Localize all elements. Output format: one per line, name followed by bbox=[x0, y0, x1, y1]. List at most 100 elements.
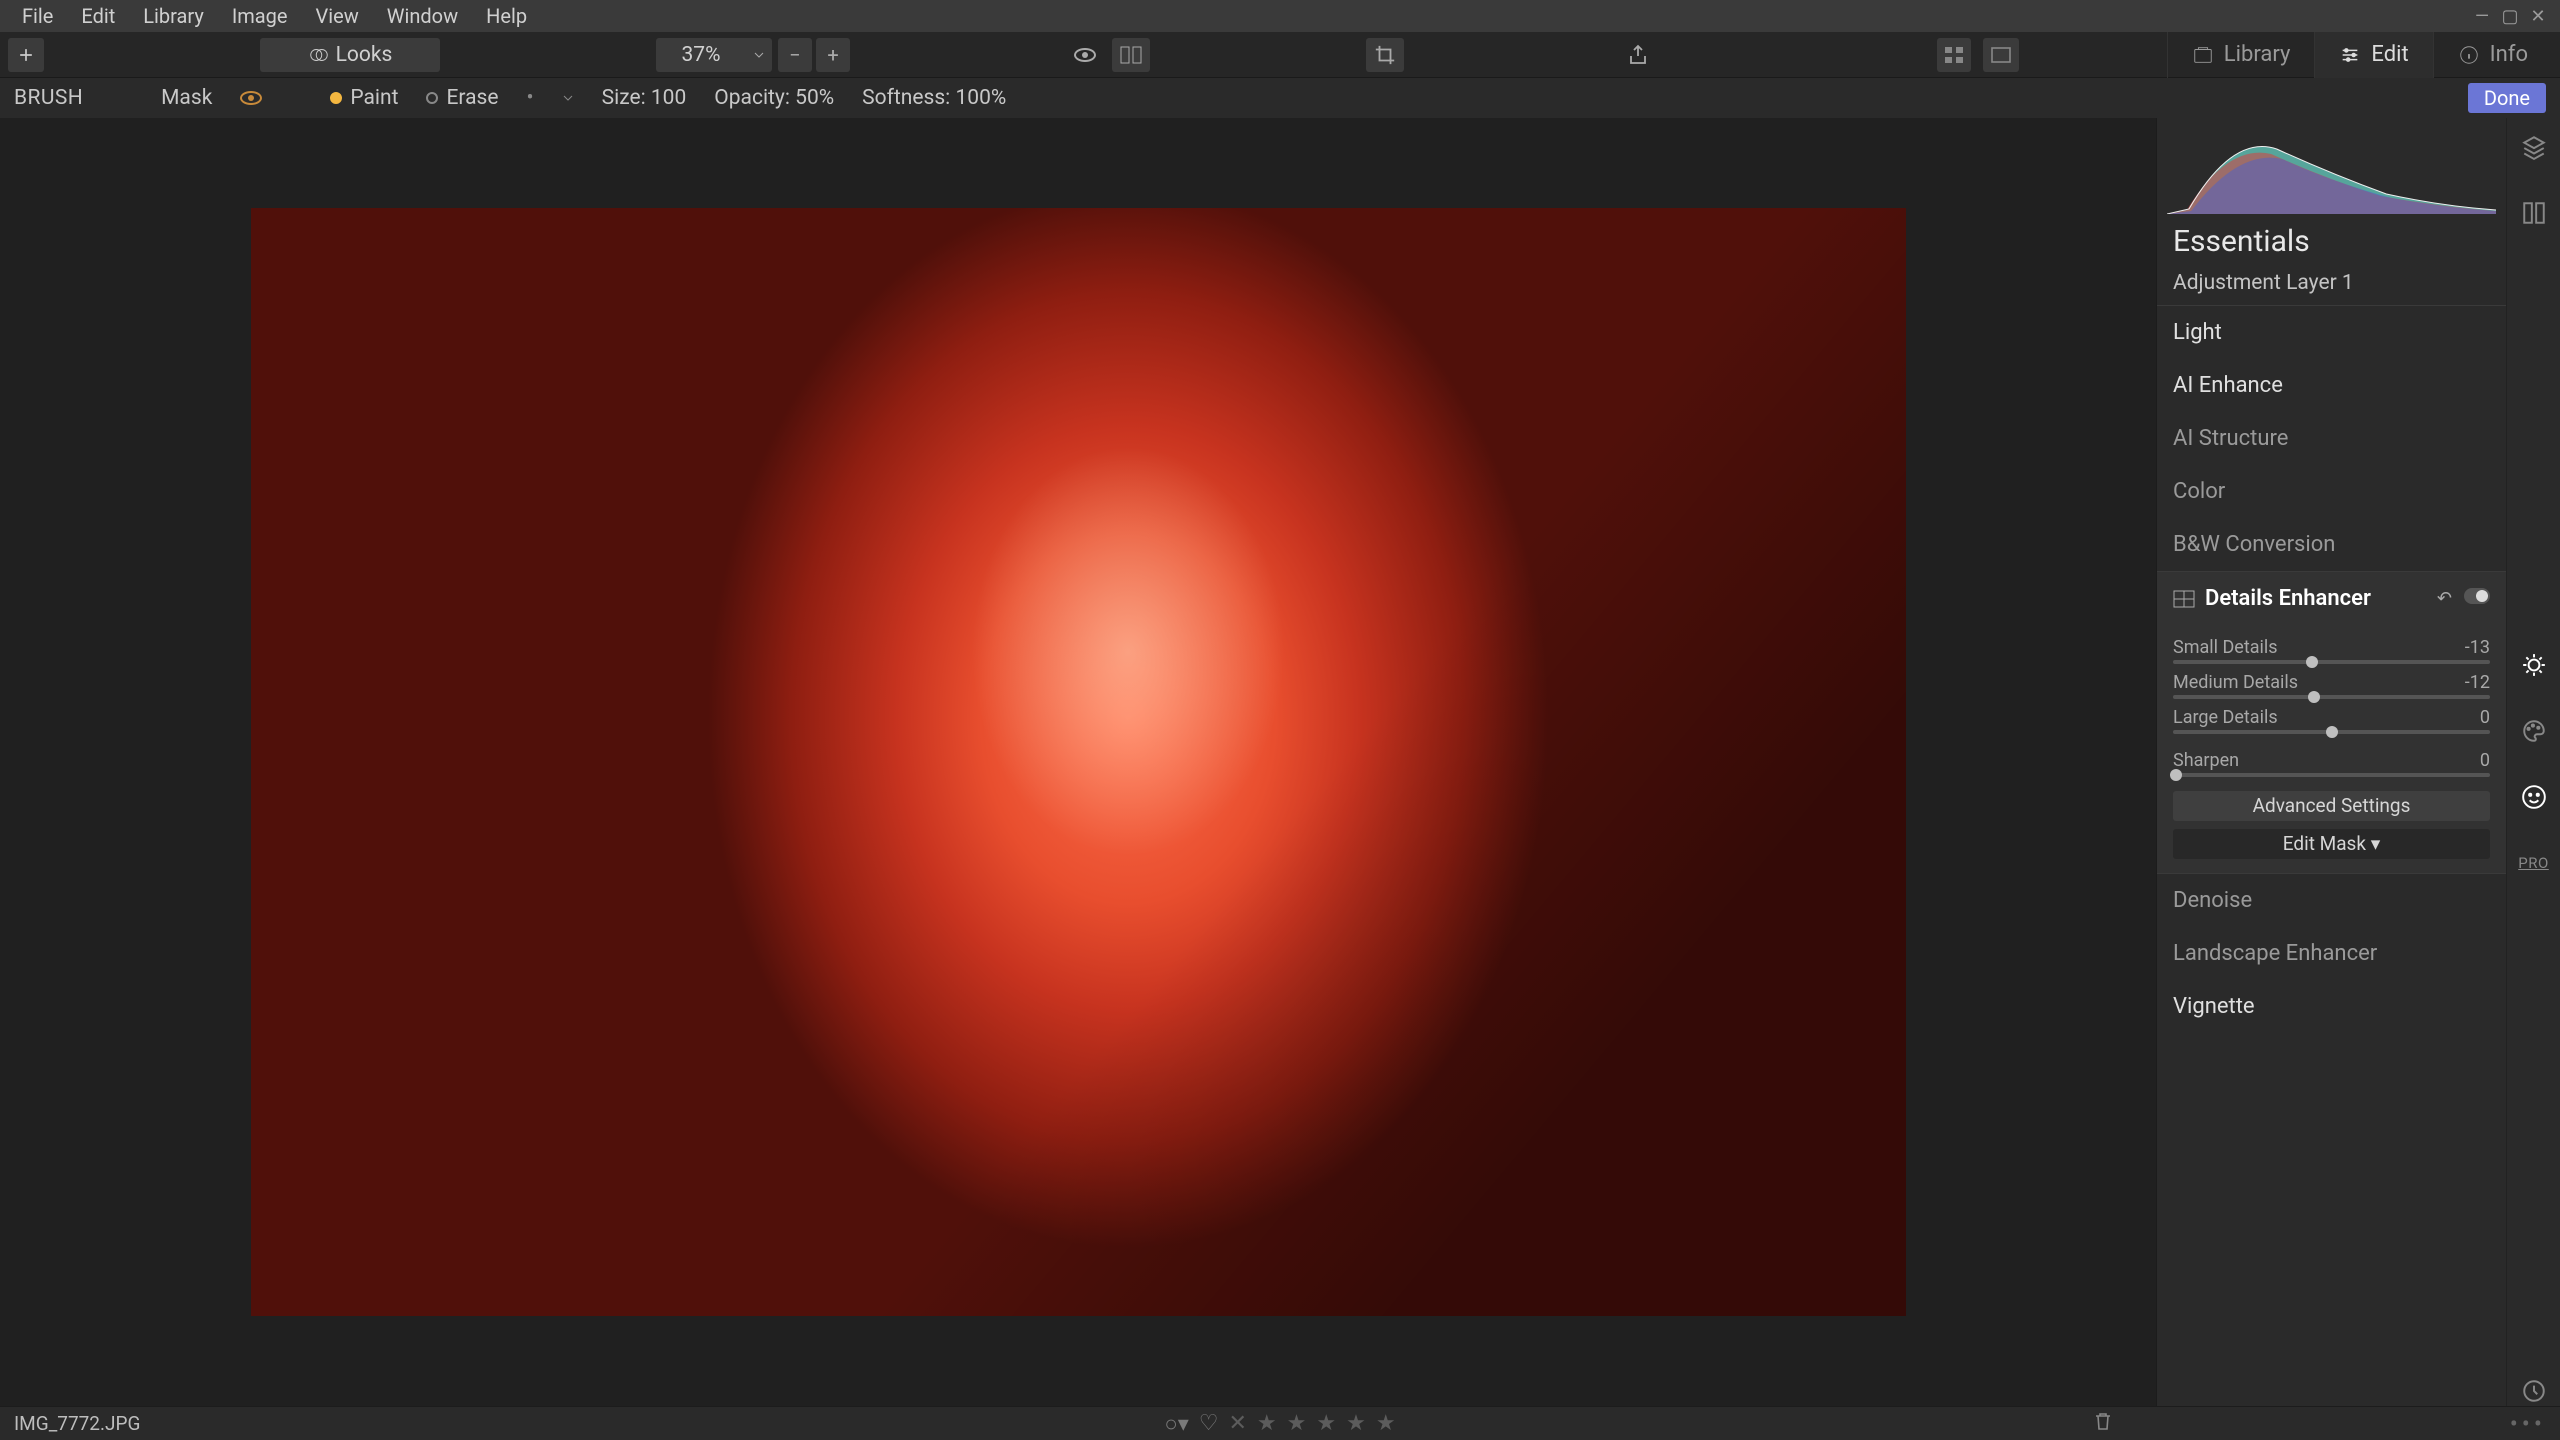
erase-toggle[interactable]: Erase bbox=[426, 86, 498, 110]
essentials-icon[interactable] bbox=[2519, 650, 2549, 680]
brush-softness-label[interactable]: Softness: 100% bbox=[862, 86, 1006, 110]
section-toggle[interactable] bbox=[2464, 588, 2490, 604]
sharpen-label: Sharpen bbox=[2173, 750, 2239, 771]
menu-bar: File Edit Library Image View Window Help… bbox=[0, 0, 2560, 32]
canvas-area[interactable] bbox=[0, 118, 2156, 1406]
slider-handle[interactable] bbox=[2326, 726, 2338, 738]
tab-library-label: Library bbox=[2224, 42, 2291, 67]
gallery-single-button[interactable] bbox=[1937, 38, 1971, 72]
reset-icon[interactable]: ↶ bbox=[2437, 588, 2452, 609]
layer-name[interactable]: Adjustment Layer 1 bbox=[2157, 267, 2506, 306]
paint-toggle[interactable]: Paint bbox=[330, 86, 398, 110]
brush-opacity-label[interactable]: Opacity: 50% bbox=[714, 86, 834, 110]
preview-toggle[interactable] bbox=[1066, 38, 1104, 72]
tab-info-label: Info bbox=[2490, 42, 2528, 67]
zoom-out-button[interactable]: − bbox=[778, 38, 812, 72]
details-icon bbox=[2173, 590, 2195, 608]
filename-label: IMG_7772.JPG bbox=[14, 1412, 140, 1435]
mask-visibility-icon[interactable] bbox=[240, 91, 262, 105]
section-color[interactable]: Color bbox=[2157, 465, 2506, 518]
canvas-tools-icon[interactable] bbox=[2519, 198, 2549, 228]
medium-details-slider[interactable] bbox=[2173, 695, 2490, 699]
brush-size-dot[interactable]: • bbox=[527, 86, 534, 110]
medium-details-value: -12 bbox=[2465, 672, 2490, 693]
edit-panel: Essentials Adjustment Layer 1 Light AI E… bbox=[2156, 118, 2506, 1406]
zoom-value[interactable]: 37% bbox=[656, 38, 746, 72]
menu-library[interactable]: Library bbox=[129, 0, 218, 32]
brush-mode-label: BRUSH bbox=[14, 86, 83, 110]
section-light[interactable]: Light bbox=[2157, 306, 2506, 359]
status-bar: IMG_7772.JPG ○▾ ♡ ✕ ★ ★ ★ ★ ★ ••• bbox=[0, 1406, 2560, 1440]
star-3[interactable]: ★ bbox=[1316, 1411, 1336, 1436]
pro-icon[interactable]: PRO bbox=[2519, 848, 2549, 878]
edit-mask-button[interactable]: Edit Mask ▾ bbox=[2173, 829, 2490, 859]
plus-icon bbox=[16, 45, 36, 65]
export-button[interactable] bbox=[1620, 38, 1656, 72]
tab-library[interactable]: Library bbox=[2167, 32, 2315, 78]
slider-handle[interactable] bbox=[2308, 691, 2320, 703]
section-vignette[interactable]: Vignette bbox=[2157, 980, 2506, 1033]
favorite-button[interactable]: ♡ bbox=[1199, 1411, 1219, 1436]
main-area: Essentials Adjustment Layer 1 Light AI E… bbox=[0, 118, 2560, 1406]
star-1[interactable]: ★ bbox=[1257, 1411, 1277, 1436]
mask-label[interactable]: Mask bbox=[161, 86, 212, 110]
window-maximize-icon[interactable]: ▢ bbox=[2496, 6, 2524, 27]
canvas-image[interactable] bbox=[251, 208, 1906, 1316]
advanced-settings-button[interactable]: Advanced Settings bbox=[2173, 791, 2490, 821]
looks-button[interactable]: Looks bbox=[260, 38, 440, 72]
window-minimize-icon[interactable]: — bbox=[2468, 6, 2496, 27]
sharpen-value: 0 bbox=[2480, 750, 2490, 771]
section-denoise[interactable]: Denoise bbox=[2157, 874, 2506, 927]
portrait-icon[interactable] bbox=[2519, 782, 2549, 812]
right-tool-strip: PRO bbox=[2506, 118, 2560, 1406]
window-close-icon[interactable]: ✕ bbox=[2524, 6, 2552, 27]
reject-button[interactable]: ✕ bbox=[1228, 1411, 1246, 1436]
section-bw[interactable]: B&W Conversion bbox=[2157, 518, 2506, 571]
section-landscape[interactable]: Landscape Enhancer bbox=[2157, 927, 2506, 980]
crop-button[interactable] bbox=[1366, 38, 1404, 72]
menu-image[interactable]: Image bbox=[218, 0, 302, 32]
menu-view[interactable]: View bbox=[302, 0, 373, 32]
menu-window[interactable]: Window bbox=[373, 0, 472, 32]
compare-button[interactable] bbox=[1112, 38, 1150, 72]
gallery-view-button[interactable] bbox=[1983, 38, 2019, 72]
tab-edit[interactable]: Edit bbox=[2314, 32, 2432, 78]
done-button[interactable]: Done bbox=[2468, 83, 2546, 113]
more-button[interactable]: ••• bbox=[2510, 1410, 2546, 1438]
color-tag-button[interactable]: ○▾ bbox=[1164, 1411, 1188, 1437]
brush-size-label[interactable]: Size: 100 bbox=[602, 86, 687, 110]
history-icon[interactable] bbox=[2519, 1376, 2549, 1406]
small-details-slider[interactable] bbox=[2173, 660, 2490, 664]
section-ai-enhance[interactable]: AI Enhance bbox=[2157, 359, 2506, 412]
star-5[interactable]: ★ bbox=[1376, 1411, 1396, 1436]
brush-options-bar: BRUSH Mask Paint Erase • Size: 100 Opaci… bbox=[0, 78, 2560, 118]
sliders-icon bbox=[2339, 44, 2361, 66]
zoom-in-button[interactable]: + bbox=[816, 38, 850, 72]
section-details-enhancer[interactable]: Details Enhancer ↶ bbox=[2157, 571, 2506, 625]
crop-icon bbox=[1374, 44, 1396, 66]
rating-controls: ○▾ ♡ ✕ ★ ★ ★ ★ ★ bbox=[1164, 1411, 1395, 1437]
chevron-down-icon[interactable] bbox=[562, 92, 574, 104]
menu-help[interactable]: Help bbox=[472, 0, 541, 32]
star-4[interactable]: ★ bbox=[1346, 1411, 1366, 1436]
star-2[interactable]: ★ bbox=[1287, 1411, 1307, 1436]
sharpen-slider[interactable] bbox=[2173, 773, 2490, 777]
slider-handle[interactable] bbox=[2306, 656, 2318, 668]
menu-edit[interactable]: Edit bbox=[67, 0, 129, 32]
zoom-dropdown[interactable] bbox=[746, 38, 772, 72]
slider-handle[interactable] bbox=[2170, 769, 2182, 781]
library-icon bbox=[2192, 44, 2214, 66]
layers-icon[interactable] bbox=[2519, 132, 2549, 162]
trash-button[interactable] bbox=[2094, 1411, 2112, 1436]
large-details-label: Large Details bbox=[2173, 707, 2278, 728]
creative-icon[interactable] bbox=[2519, 716, 2549, 746]
info-icon bbox=[2458, 44, 2480, 66]
menu-file[interactable]: File bbox=[8, 0, 67, 32]
tab-info[interactable]: Info bbox=[2433, 32, 2552, 78]
tab-edit-label: Edit bbox=[2371, 42, 2408, 67]
section-ai-structure[interactable]: AI Structure bbox=[2157, 412, 2506, 465]
histogram[interactable] bbox=[2157, 118, 2506, 214]
add-button[interactable] bbox=[8, 38, 44, 72]
medium-details-label: Medium Details bbox=[2173, 672, 2298, 693]
large-details-slider[interactable] bbox=[2173, 730, 2490, 734]
